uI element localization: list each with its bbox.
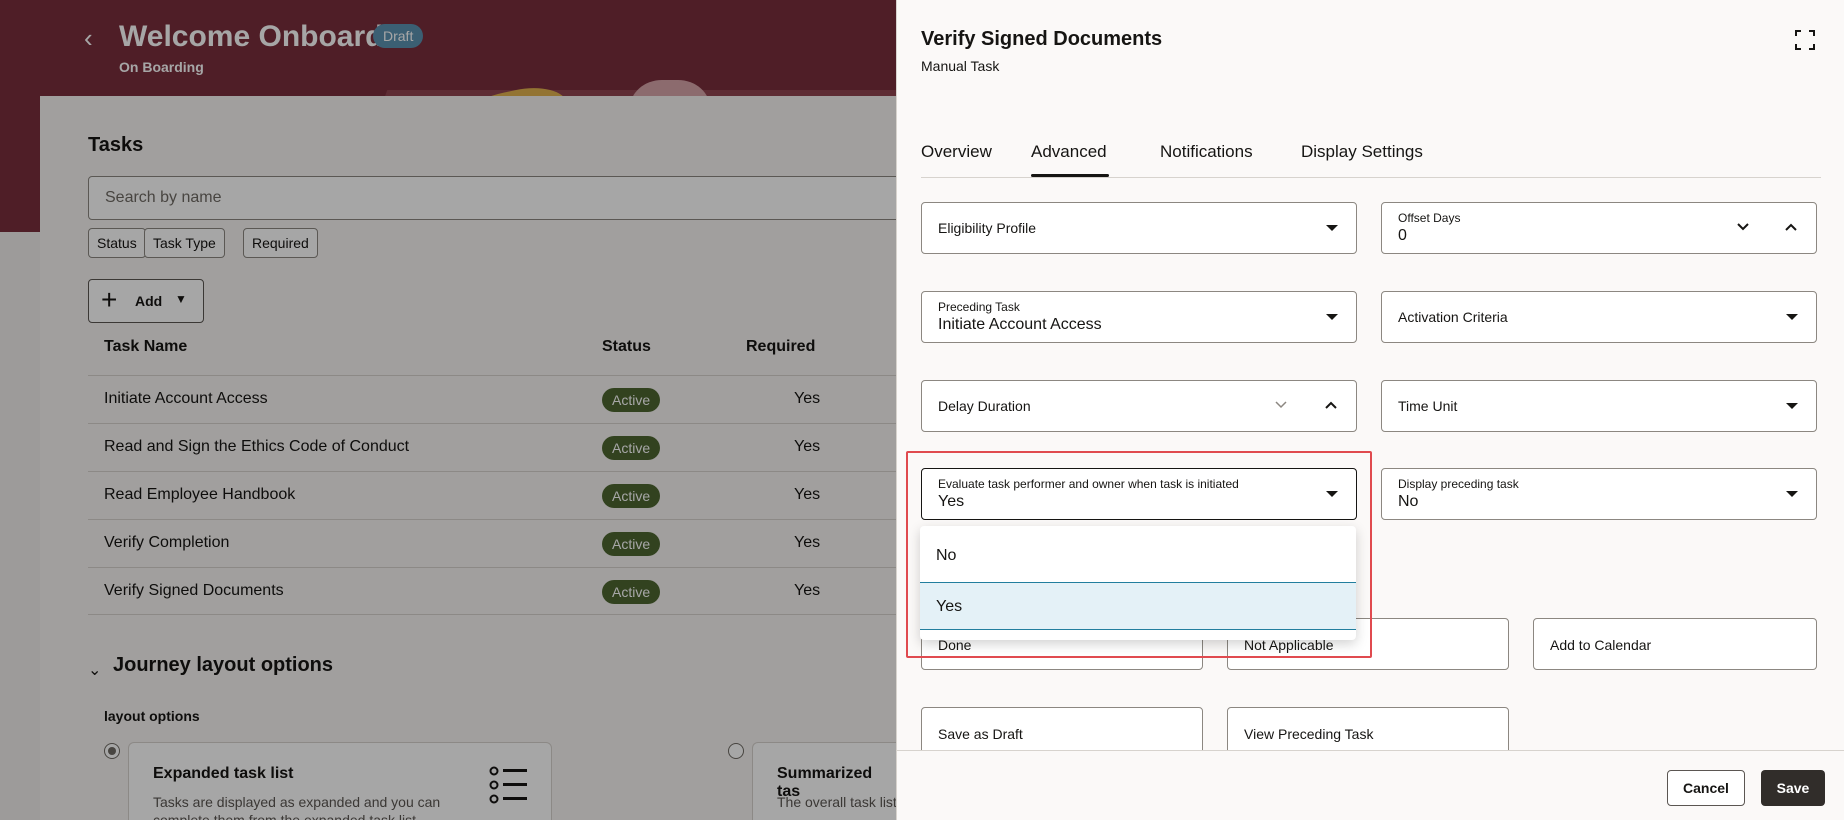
field-label: Eligibility Profile xyxy=(938,220,1037,236)
eligibility-profile-select[interactable]: Eligibility Profile xyxy=(921,202,1357,254)
save-button[interactable]: Save xyxy=(1761,770,1825,806)
caret-down-icon xyxy=(1786,403,1798,409)
preceding-task-select[interactable]: Preceding Task Initiate Account Access xyxy=(921,291,1357,343)
add-to-calendar-action-field[interactable]: Add to Calendar xyxy=(1533,618,1817,670)
annotation-highlight-box xyxy=(906,451,1372,658)
task-details-drawer: Verify Signed Documents Manual Task Over… xyxy=(896,0,1844,820)
time-unit-select[interactable]: Time Unit xyxy=(1381,380,1817,432)
modal-overlay[interactable] xyxy=(0,0,896,820)
caret-down-icon xyxy=(1786,314,1798,320)
page: ‹ Welcome Onboard Draft On Boarding Task… xyxy=(0,0,1844,820)
display-preceding-select[interactable]: Display preceding task No xyxy=(1381,468,1817,520)
drawer-subtitle: Manual Task xyxy=(921,58,1000,74)
delay-duration-stepper[interactable]: Delay Duration xyxy=(921,380,1357,432)
cancel-button[interactable]: Cancel xyxy=(1667,770,1745,806)
tab-bar: Overview Advanced Notifications Display … xyxy=(921,130,1821,178)
field-value: No xyxy=(1398,493,1419,510)
field-value: Initiate Account Access xyxy=(938,316,1102,333)
caret-down-icon xyxy=(1786,491,1798,497)
tab-display-settings[interactable]: Display Settings xyxy=(1301,142,1423,162)
tab-advanced[interactable]: Advanced xyxy=(1031,142,1107,162)
tab-overview[interactable]: Overview xyxy=(921,142,992,162)
chevron-down-icon[interactable] xyxy=(1735,219,1751,235)
field-label: Time Unit xyxy=(1398,398,1458,414)
activation-criteria-select[interactable]: Activation Criteria xyxy=(1381,291,1817,343)
field-label: Activation Criteria xyxy=(1398,309,1508,325)
active-tab-indicator xyxy=(1031,174,1109,177)
drawer-footer: Cancel Save xyxy=(897,750,1844,820)
chevron-up-icon[interactable] xyxy=(1323,397,1339,413)
chevron-down-icon[interactable] xyxy=(1273,397,1289,413)
caret-down-icon xyxy=(1326,225,1338,231)
expand-icon[interactable] xyxy=(1795,30,1815,50)
chevron-up-icon[interactable] xyxy=(1783,219,1799,235)
field-label: Delay Duration xyxy=(938,398,1031,414)
offset-days-stepper[interactable]: Offset Days 0 xyxy=(1381,202,1817,254)
drawer-title: Verify Signed Documents xyxy=(921,28,1163,50)
field-label: Preceding Task xyxy=(938,300,1020,314)
field-label: Display preceding task xyxy=(1398,477,1519,491)
tab-notifications[interactable]: Notifications xyxy=(1160,142,1253,162)
caret-down-icon xyxy=(1326,314,1338,320)
field-label: Offset Days xyxy=(1398,211,1461,225)
field-value: 0 xyxy=(1398,227,1407,244)
